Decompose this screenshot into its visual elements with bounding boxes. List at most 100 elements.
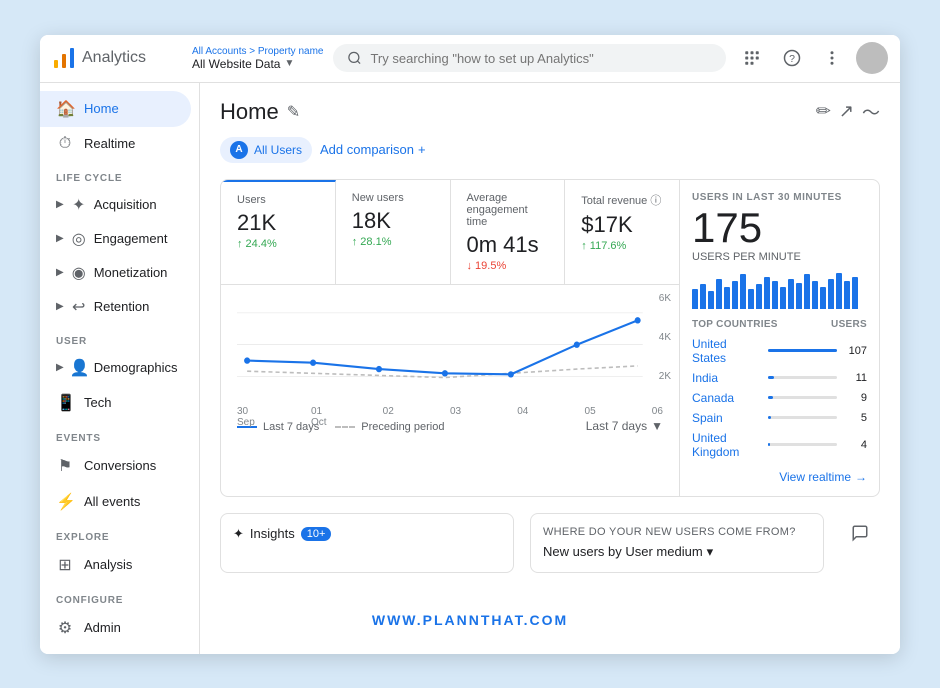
insights-header: ✦ Insights 10+ <box>233 526 501 542</box>
sidebar-item-demographics[interactable]: ▶ 👤 Demographics <box>40 351 199 385</box>
sidebar-item-conversions[interactable]: ⚑ Conversions <box>40 448 191 484</box>
analysis-icon: ⊞ <box>56 555 74 575</box>
sidebar-item-allevents[interactable]: ⚡ All events <box>40 484 191 520</box>
country-bar-fill <box>768 416 771 419</box>
realtime-subtitle: USERS PER MINUTE <box>692 251 867 263</box>
country-bar-fill <box>768 376 775 379</box>
sidebar-item-engagement[interactable]: ▶ ◎ Engagement <box>40 222 199 256</box>
page-title-row: Home ✎ <box>220 99 300 125</box>
users-source-title: WHERE DO YOUR NEW USERS COME FROM? <box>543 526 811 538</box>
retention-label: Retention <box>94 299 150 314</box>
metric-users[interactable]: Users 21K ↑ 24.4% <box>221 180 336 284</box>
expand-arrow4: ▶ <box>56 301 64 312</box>
countries-list: United States 107 India 11 Canada 9 Spai… <box>692 334 867 462</box>
metric-revenue[interactable]: Total revenue ⓘ $17K ↑ 117.6% <box>565 180 679 284</box>
country-count: 9 <box>843 392 867 404</box>
edit-icon[interactable]: ✎ <box>287 102 300 122</box>
metric-engagement-change: ↓ 19.5% <box>467 260 549 272</box>
breadcrumb-bottom[interactable]: All Website Data ▼ <box>192 57 323 71</box>
more-icon-btn[interactable] <box>816 42 848 74</box>
bar-mini <box>700 284 706 309</box>
bar-mini <box>804 274 810 309</box>
bar-mini <box>756 284 762 309</box>
property-name: All Website Data <box>192 57 280 71</box>
country-name[interactable]: Canada <box>692 391 762 405</box>
stats-row: Users 21K ↑ 24.4% New users 18K ↑ 28.1% … <box>220 179 880 497</box>
insights-panel: ✦ Insights 10+ <box>220 513 514 573</box>
country-bar-container <box>768 376 838 379</box>
expand-arrow2: ▶ <box>56 233 64 244</box>
sidebar-item-home[interactable]: 🏠 Home <box>40 91 191 127</box>
country-name[interactable]: Spain <box>692 411 762 425</box>
sidebar-item-retention[interactable]: ▶ ↩ Retention <box>40 290 199 324</box>
share-icon[interactable]: ↗ <box>839 101 854 122</box>
help-icon-btn[interactable]: ? <box>776 42 808 74</box>
content-area: Home ✎ ✏ ↗ 〜 A All Users Add comparison … <box>200 83 900 654</box>
metric-new-users-change: ↑ 28.1% <box>352 236 434 248</box>
sidebar-item-tech[interactable]: 📱 Tech <box>40 385 191 421</box>
chart-area: 6K 4K 2K <box>221 285 679 415</box>
country-bar-container <box>768 349 838 352</box>
monetization-icon: ◉ <box>70 263 88 283</box>
country-count: 5 <box>843 412 867 424</box>
country-name[interactable]: United Kingdom <box>692 431 762 459</box>
apps-icon-btn[interactable] <box>736 42 768 74</box>
sidebar-item-acquisition[interactable]: ▶ ✦ Acquisition <box>40 188 199 222</box>
customize-icon[interactable]: ✏ <box>816 101 831 122</box>
conversions-icon: ⚑ <box>56 456 74 476</box>
bar-mini <box>796 283 802 309</box>
bar-mini <box>820 287 826 309</box>
view-realtime-link[interactable]: View realtime → <box>692 470 867 484</box>
watermark-text: WWW.PLANNTHAT.COM <box>372 612 568 628</box>
apps-icon <box>743 49 761 67</box>
users-source-dropdown[interactable]: New users by User medium ▾ <box>543 544 811 560</box>
country-name[interactable]: India <box>692 371 762 385</box>
chart-y-6k: 6K <box>659 293 671 304</box>
metric-revenue-value: $17K <box>581 212 663 238</box>
sidebar-item-monetization[interactable]: ▶ ◉ Monetization <box>40 256 199 290</box>
svg-text:?: ? <box>789 53 795 65</box>
allevents-label: All events <box>84 494 140 509</box>
bar-mini <box>772 281 778 309</box>
countries-col-name: TOP COUNTRIES <box>692 319 778 330</box>
engagement-icon: ◎ <box>70 229 88 249</box>
metric-users-change: ↑ 24.4% <box>237 238 319 250</box>
user-avatar[interactable] <box>856 42 888 74</box>
country-row: United Kingdom 4 <box>692 428 867 462</box>
bar-mini <box>788 279 794 309</box>
sidebar-item-analysis[interactable]: ⊞ Analysis <box>40 547 191 583</box>
insights-label: Insights <box>250 526 295 541</box>
search-bar[interactable] <box>333 44 726 72</box>
expand-arrow5: ▶ <box>56 362 64 373</box>
country-bar-container <box>768 443 838 446</box>
country-name[interactable]: United States <box>692 337 762 365</box>
insights-icon: ✦ <box>233 526 244 542</box>
users-source-dropdown-label: New users by User medium <box>543 544 703 559</box>
search-input[interactable] <box>370 51 712 66</box>
chart-label-sep30: 30Sep <box>237 406 255 428</box>
users-source-panel: WHERE DO YOUR NEW USERS COME FROM? New u… <box>530 513 824 573</box>
allevents-icon: ⚡ <box>56 492 74 512</box>
sidebar-item-realtime[interactable]: ⏱ Realtime <box>40 127 191 161</box>
metric-new-users[interactable]: New users 18K ↑ 28.1% <box>336 180 451 284</box>
bar-mini <box>780 287 786 309</box>
home-icon: 🏠 <box>56 99 74 119</box>
add-comparison-btn[interactable]: Add comparison + <box>320 142 426 157</box>
metric-users-value: 21K <box>237 210 319 236</box>
view-realtime-arrow: → <box>855 470 867 484</box>
analysis-label: Analysis <box>84 557 132 572</box>
metric-users-label: Users <box>237 194 319 206</box>
compare-icon[interactable]: 〜 <box>862 99 880 125</box>
chip-circle: A <box>230 141 248 159</box>
breadcrumb-top: All Accounts > Property name <box>192 46 323 57</box>
chat-icon-btn[interactable] <box>844 517 876 549</box>
demographics-icon: 👤 <box>70 358 88 378</box>
bar-mini <box>724 287 730 309</box>
sidebar-home-label: Home <box>84 101 119 116</box>
add-comparison-label: Add comparison <box>320 142 414 157</box>
all-users-chip[interactable]: A All Users <box>220 137 312 163</box>
metric-engagement-label: Average engagement time <box>467 192 549 228</box>
tech-label: Tech <box>84 395 111 410</box>
filter-row: A All Users Add comparison + <box>220 137 880 163</box>
metric-engagement[interactable]: Average engagement time 0m 41s ↓ 19.5% <box>451 180 566 284</box>
